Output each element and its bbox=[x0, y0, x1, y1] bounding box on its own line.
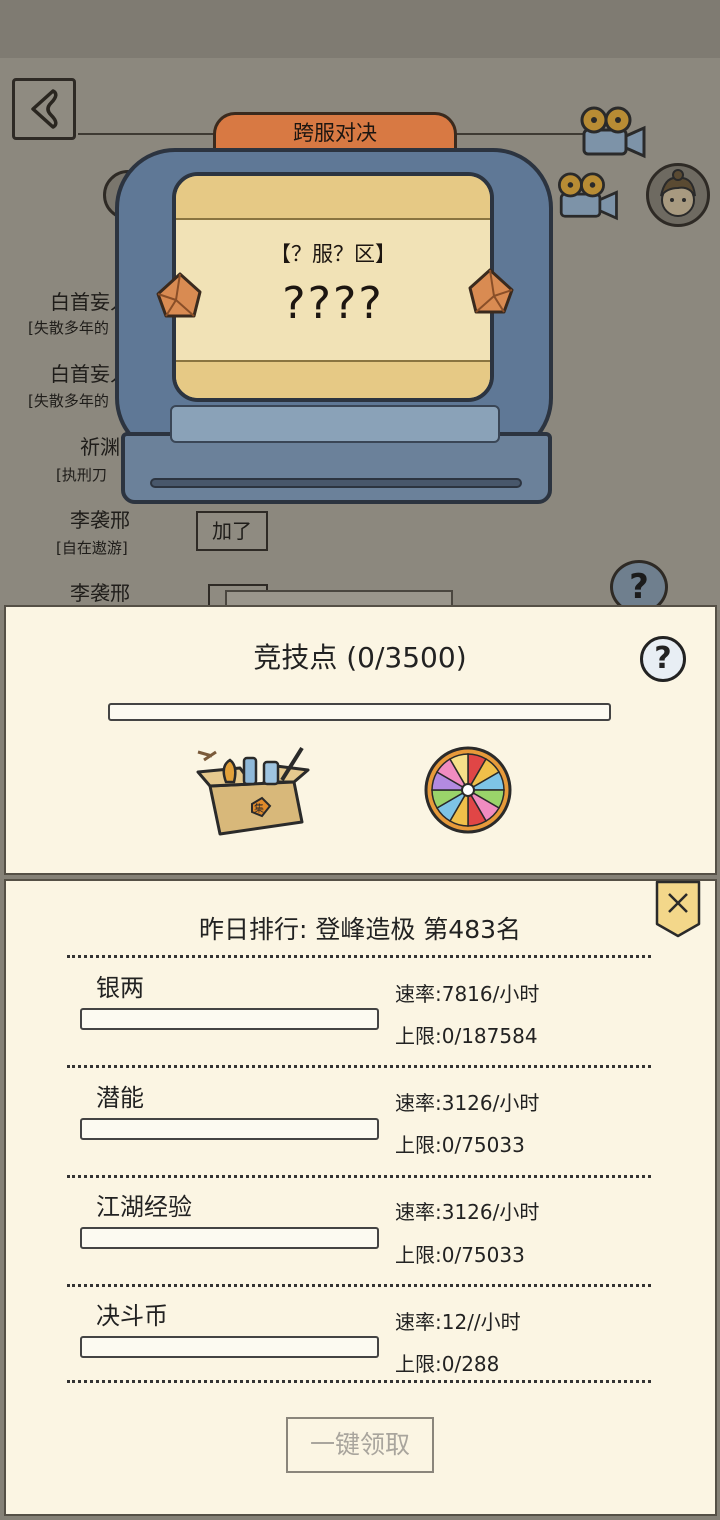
dotted-divider bbox=[67, 1065, 651, 1068]
resource-rate: 速率:3126/小时 bbox=[395, 1091, 540, 1115]
back-button[interactable] bbox=[12, 78, 76, 140]
character-portrait-icon bbox=[660, 169, 696, 217]
resource-progress-bar bbox=[80, 1008, 379, 1030]
machine-sign: 跨服对决 bbox=[213, 112, 457, 150]
player-title-tag: [失散多年的 bbox=[28, 392, 109, 410]
resource-progress-bar bbox=[80, 1227, 379, 1249]
player-avatar[interactable] bbox=[646, 163, 710, 227]
back-arrow-icon bbox=[31, 89, 58, 129]
left-arrow-gem-icon[interactable] bbox=[154, 270, 206, 322]
machine-footer bbox=[170, 405, 500, 443]
resource-name: 银两 bbox=[96, 974, 144, 1002]
screen-roll-top bbox=[176, 176, 490, 220]
resource-name: 江湖经验 bbox=[96, 1193, 192, 1221]
right-arrow-gem-icon[interactable] bbox=[464, 266, 516, 318]
chat-bubble: 加了 bbox=[196, 511, 268, 551]
claim-all-button[interactable]: 一键领取 bbox=[286, 1417, 434, 1473]
screen-roll-bottom bbox=[176, 360, 490, 398]
replay-camera-icon[interactable] bbox=[574, 102, 650, 162]
ranking-title: 昨日排行: 登峰造极 第483名 bbox=[198, 915, 522, 944]
reward-box-icon[interactable]: 集 bbox=[190, 742, 314, 838]
video-camera-icon[interactable] bbox=[552, 168, 622, 224]
help-icon[interactable]: ? bbox=[640, 636, 686, 682]
player-title-tag: [执刑刀 bbox=[56, 466, 107, 484]
arena-points-bar bbox=[108, 703, 611, 721]
resource-progress-bar bbox=[80, 1336, 379, 1358]
player-title-tag: [失散多年的 bbox=[28, 319, 109, 337]
player-name: 李袭邢 bbox=[70, 508, 130, 532]
resource-cap: 上限:0/187584 bbox=[395, 1024, 538, 1048]
top-band bbox=[0, 0, 720, 58]
player-name: 李袭邢 bbox=[70, 581, 130, 605]
opponent-server: 【？服？区】 bbox=[270, 242, 396, 266]
dotted-divider bbox=[67, 1380, 651, 1383]
resource-name: 决斗币 bbox=[96, 1302, 168, 1330]
resource-rate: 速率:3126/小时 bbox=[395, 1200, 540, 1224]
resource-rate: 速率:7816/小时 bbox=[395, 982, 540, 1006]
player-title-tag: [自在遨游] bbox=[56, 539, 128, 557]
resource-progress-bar bbox=[80, 1118, 379, 1140]
resource-cap: 上限:0/75033 bbox=[395, 1133, 525, 1157]
dotted-divider bbox=[67, 1284, 651, 1287]
lucky-wheel-icon[interactable] bbox=[420, 742, 516, 838]
resource-rate: 速率:12//小时 bbox=[395, 1310, 521, 1334]
machine-slot bbox=[150, 478, 522, 488]
resource-name: 潜能 bbox=[96, 1084, 144, 1112]
dotted-divider bbox=[67, 955, 651, 958]
player-name: 祈渊 bbox=[80, 435, 120, 459]
arena-points-title: 竞技点 (0/3500) bbox=[253, 641, 467, 674]
resource-cap: 上限:0/75033 bbox=[395, 1243, 525, 1267]
resource-cap: 上限:0/288 bbox=[395, 1352, 500, 1376]
dotted-divider bbox=[67, 1175, 651, 1178]
svg-text:集: 集 bbox=[254, 802, 264, 815]
opponent-name: ???? bbox=[282, 278, 384, 329]
